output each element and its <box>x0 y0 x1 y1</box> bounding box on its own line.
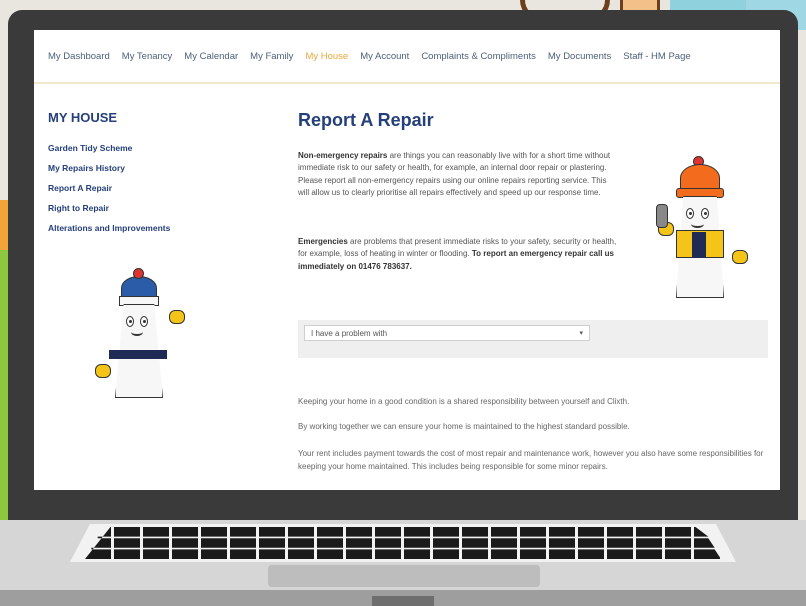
page-title: Report A Repair <box>298 110 434 130</box>
keyboard-keys <box>85 527 721 559</box>
non-emergency-paragraph: Non-emergency repairs are things you can… <box>298 150 618 200</box>
lighthouse-worker-mascot-illustration <box>648 152 768 302</box>
problem-select[interactable]: I have a problem with ▾ <box>304 325 590 341</box>
sidebar-item-garden-tidy-scheme[interactable]: Garden Tidy Scheme <box>48 143 170 153</box>
sidebar-title: MY HOUSE <box>48 110 118 125</box>
body-paragraph-3: Your rent includes payment towards the c… <box>298 449 764 471</box>
nav-item-my-tenancy[interactable]: My Tenancy <box>122 51 173 62</box>
body-paragraph-1: Keeping your home in a good condition is… <box>298 397 630 406</box>
emergency-lead: Emergencies <box>298 237 348 246</box>
nav-item-my-dashboard[interactable]: My Dashboard <box>48 51 110 62</box>
top-navigation: My Dashboard My Tenancy My Calendar My F… <box>34 30 780 84</box>
body-paragraph-2: By working together we can ensure your h… <box>298 422 630 431</box>
nav-item-complaints-compliments[interactable]: Complaints & Compliments <box>421 51 536 62</box>
nav-item-my-calendar[interactable]: My Calendar <box>184 51 238 62</box>
sidebar-item-my-repairs-history[interactable]: My Repairs History <box>48 163 170 173</box>
sidebar-menu: Garden Tidy Scheme My Repairs History Re… <box>48 143 170 243</box>
nav-item-my-house[interactable]: My House <box>305 51 348 62</box>
non-emergency-lead: Non-emergency repairs <box>298 151 388 160</box>
emergency-paragraph: Emergencies are problems that present im… <box>298 236 618 273</box>
sidebar-item-report-a-repair[interactable]: Report A Repair <box>48 183 170 193</box>
problem-select-value: I have a problem with <box>311 329 388 338</box>
lighthouse-mascot-illustration <box>89 268 199 403</box>
nav-item-my-documents[interactable]: My Documents <box>548 51 611 62</box>
laptop-trackpad <box>268 565 540 587</box>
sidebar-item-alterations-improvements[interactable]: Alterations and Improvements <box>48 223 170 233</box>
chevron-down-icon: ▾ <box>579 330 583 337</box>
laptop-notch <box>372 596 434 606</box>
nav-item-my-family[interactable]: My Family <box>250 51 293 62</box>
sidebar-item-right-to-repair[interactable]: Right to Repair <box>48 203 170 213</box>
nav-item-staff-hm-page[interactable]: Staff - HM Page <box>623 51 690 62</box>
nav-item-my-account[interactable]: My Account <box>360 51 409 62</box>
laptop-screen: My Dashboard My Tenancy My Calendar My F… <box>34 30 780 490</box>
